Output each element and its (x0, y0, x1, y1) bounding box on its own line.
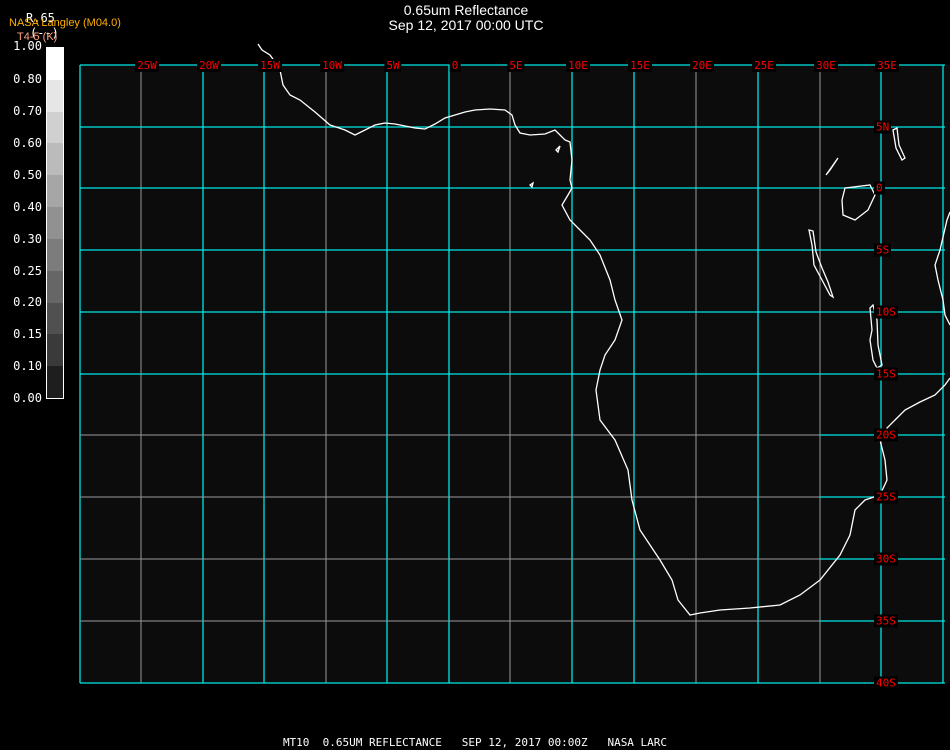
longitude-label: 20W (197, 59, 221, 72)
latitude-label: 20S (874, 428, 898, 442)
longitude-label: 15W (258, 59, 282, 72)
latitude-label: 5S (874, 243, 892, 257)
longitude-label: 20E (690, 59, 714, 72)
latitude-label: 35S (874, 614, 898, 628)
longitude-label: 35E (875, 59, 899, 72)
longitude-label: 5E (507, 59, 525, 72)
latitude-label: 30S (874, 552, 898, 566)
latitude-label: 10S (874, 305, 898, 319)
longitude-label: 25W (135, 59, 159, 72)
longitude-label: 30E (814, 59, 838, 72)
footer-caption: MT10 0.65UM REFLECTANCE SEP 12, 2017 00:… (282, 736, 668, 749)
longitude-label: 25E (752, 59, 776, 72)
latitude-label: 25S (874, 490, 898, 504)
latitude-label: 0 (874, 181, 885, 195)
latitude-label: 40S (874, 676, 898, 690)
longitude-label: 10E (566, 59, 590, 72)
longitude-label: 10W (320, 59, 344, 72)
map (79, 43, 950, 684)
longitude-label: 5W (384, 59, 402, 72)
latitude-label: 15S (874, 367, 898, 381)
latitude-label: 5N (874, 120, 892, 134)
longitude-label: 0 (449, 59, 461, 72)
longitude-label: 15E (628, 59, 652, 72)
